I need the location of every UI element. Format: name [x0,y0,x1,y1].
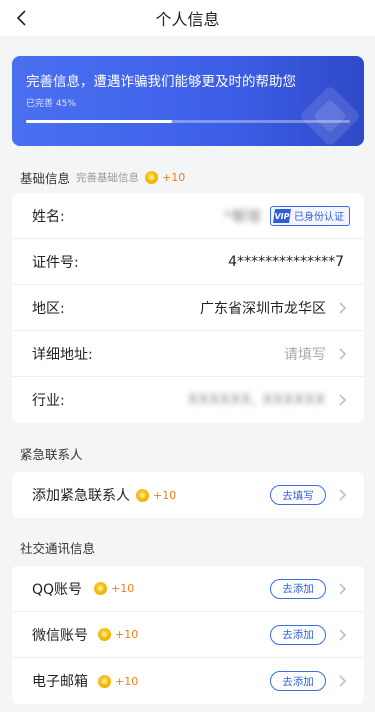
verified-badge-label: 已身份认证 [294,212,344,223]
banner-headline: 完善信息，遭遇诈骗我们能够更及时的帮助您 [26,74,296,90]
address-label: 详细地址: [32,346,93,363]
address-placeholder: 请填写 [284,346,326,363]
email-row[interactable]: 电子邮箱 +10 去添加 [12,658,364,704]
bonus-points: +10 [115,674,139,688]
id-label: 证件号: [32,254,79,271]
chevron-right-icon [336,347,350,361]
coin-icon [94,582,108,595]
industry-value: XXXXXX, XXXXXX [188,392,326,408]
chevron-right-icon [336,674,350,688]
progress-text: 已完善 45% [26,99,76,109]
section-social-header: 社交通讯信息 [20,538,95,557]
wechat-row[interactable]: 微信账号 +10 去添加 [12,612,364,658]
emergency-card: 添加紧急联系人 +10 去填写 [12,472,364,518]
bonus-points: +10 [162,171,186,184]
add-qq-button[interactable]: 去添加 [270,578,326,599]
industry-row[interactable]: 行业: XXXXXX, XXXXXX [12,377,364,423]
chevron-right-icon [336,488,350,502]
page-title: 个人信息 [155,10,220,29]
region-label: 地区: [32,300,65,317]
chevron-right-icon [336,393,350,407]
section-emergency-title: 紧急联系人 [20,447,83,462]
section-basic-subtitle: 完善基础信息 [76,172,140,184]
section-emergency-header: 紧急联系人 [20,444,83,463]
coin-icon [98,628,111,641]
vip-icon: VIP [273,208,291,223]
coin-icon [136,488,149,502]
name-value: *郁瑄 [224,208,262,225]
region-row[interactable]: 地区: 广东省深圳市龙华区 [12,285,364,331]
chevron-right-icon [336,628,350,642]
emergency-contact-label: 添加紧急联系人 [32,488,130,504]
bonus-points: +10 [153,488,177,502]
bonus-points: +10 [115,628,139,641]
back-icon[interactable] [8,4,36,32]
coin-icon [145,171,159,184]
section-social-title: 社交通讯信息 [20,541,96,556]
add-email-button[interactable]: 去添加 [270,671,326,691]
wechat-label: 微信账号 [32,627,88,644]
coin-icon [98,674,111,688]
add-wechat-button[interactable]: 去添加 [270,624,326,645]
address-row[interactable]: 详细地址: 请填写 [12,331,364,377]
section-basic-header: 基础信息 完善基础信息 +10 [20,168,185,187]
qq-row[interactable]: QQ账号 +10 去添加 [12,566,364,612]
id-row: 证件号: 4**************7 [12,239,364,285]
email-label: 电子邮箱 [32,674,88,690]
chevron-right-icon [336,582,350,596]
shield-decoration-icon [301,87,359,145]
progress-track [26,120,350,123]
social-card: QQ账号 +10 去添加 微信账号 +10 去添加 电子邮箱 +10 去添加 [12,566,364,704]
industry-label: 行业: [32,393,65,409]
emergency-contact-row[interactable]: 添加紧急联系人 +10 去填写 [12,472,364,518]
fill-in-button[interactable]: 去填写 [270,485,326,505]
chevron-right-icon [336,301,350,315]
basic-info-card: 姓名: *郁瑄 VIP 已身份认证 证件号: 4**************7 … [12,193,364,423]
name-row: 姓名: *郁瑄 VIP 已身份认证 [12,193,364,239]
nav-bar: 个人信息 [0,0,375,36]
name-label: 姓名: [32,208,65,225]
progress-fill [26,120,172,123]
bonus-points: +10 [111,582,135,595]
region-value: 广东省深圳市龙华区 [200,300,326,317]
section-basic-title: 基础信息 [20,171,71,186]
completion-banner: 完善信息，遭遇诈骗我们能够更及时的帮助您 已完善 45% [12,56,364,146]
id-value: 4**************7 [228,253,344,270]
verified-badge: VIP 已身份认证 [270,205,350,226]
qq-label: QQ账号 [32,581,83,598]
